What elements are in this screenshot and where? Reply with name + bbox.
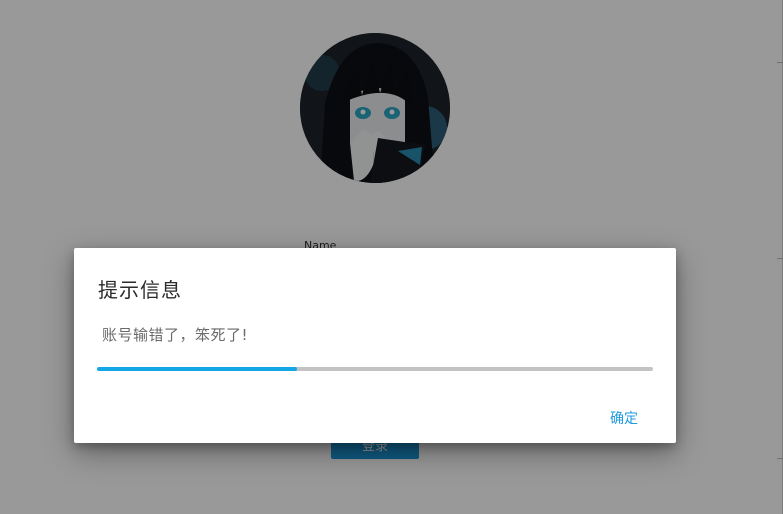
login-page: Name 登录 提示信息 账号输错了，笨死了! 确定 <box>0 0 783 514</box>
progress-bar <box>97 367 653 371</box>
confirm-button[interactable]: 确定 <box>594 402 654 434</box>
dialog-title: 提示信息 <box>98 278 182 302</box>
progress-fill <box>97 367 298 371</box>
dialog-message: 账号输错了，笨死了! <box>102 326 249 344</box>
alert-dialog: 提示信息 账号输错了，笨死了! 确定 <box>74 248 676 443</box>
